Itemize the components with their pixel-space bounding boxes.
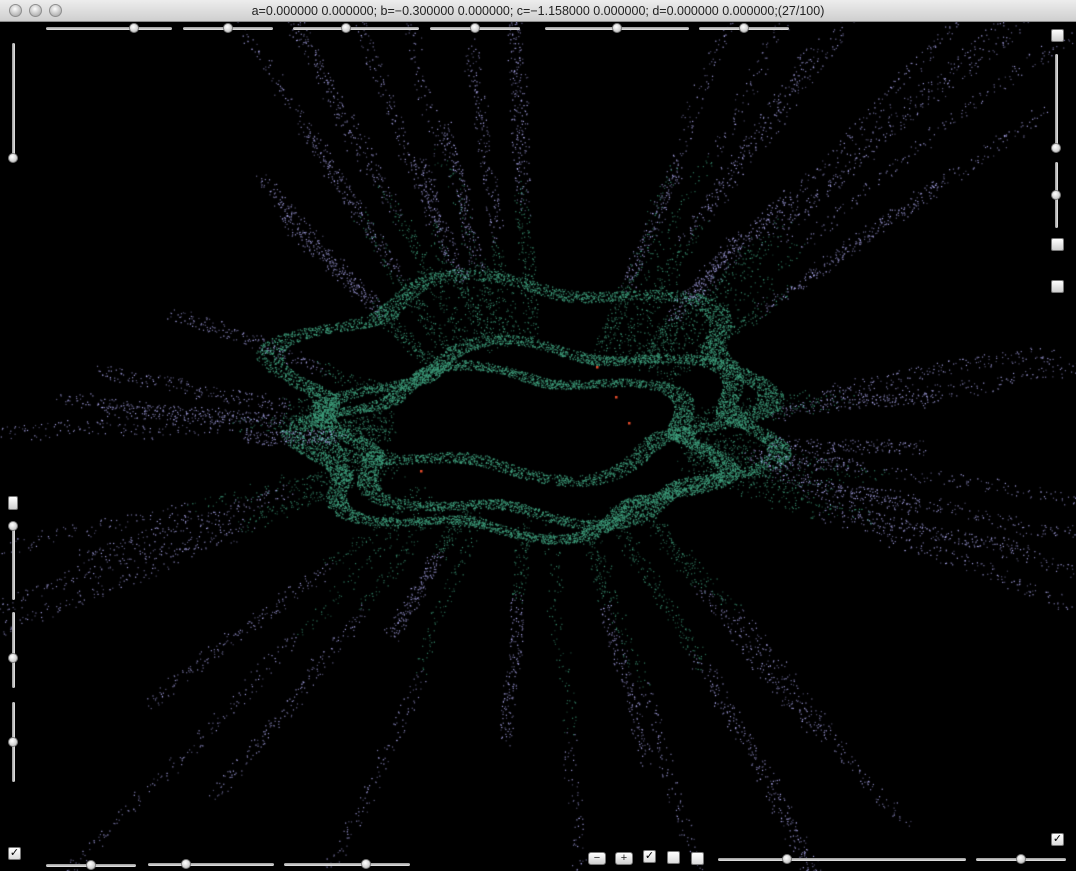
slider-knob[interactable] [470, 23, 480, 33]
fractal-canvas[interactable] [0, 22, 1076, 871]
slider-knob[interactable] [223, 23, 233, 33]
top-slider-c-real[interactable] [545, 23, 689, 33]
top-slider-c-imag[interactable] [699, 23, 789, 33]
slider-knob[interactable] [612, 23, 622, 33]
right-slider-mid[interactable] [1051, 162, 1061, 228]
slider-knob[interactable] [129, 23, 140, 33]
slider-knob[interactable] [360, 859, 371, 869]
slider-knob[interactable] [1051, 143, 1061, 153]
top-slider-a-imag[interactable] [183, 23, 273, 33]
left-toggle-button[interactable] [8, 496, 18, 510]
checkbox-option-1[interactable]: ✓ [643, 850, 656, 863]
checkbox-bottom-left[interactable]: ✓ [8, 847, 21, 860]
top-slider-b-imag[interactable] [430, 23, 520, 33]
checkbox-option-2[interactable] [667, 851, 680, 864]
right-button-mid[interactable] [1051, 238, 1064, 251]
left-slider-top[interactable] [8, 43, 18, 163]
left-slider-bottom[interactable] [8, 702, 18, 782]
slider-knob[interactable] [86, 860, 96, 870]
bottom-slider-1[interactable] [46, 860, 136, 870]
slider-knob[interactable] [8, 737, 18, 747]
left-slider-mid[interactable] [8, 521, 18, 600]
slider-knob[interactable] [8, 521, 18, 531]
checkbox-bottom-right[interactable]: ✓ [1051, 833, 1064, 846]
window-titlebar[interactable]: a=0.000000 0.000000; b=−0.300000 0.00000… [0, 0, 1076, 22]
left-slider-low[interactable] [8, 612, 18, 688]
slider-knob[interactable] [782, 854, 793, 864]
slider-knob[interactable] [1016, 854, 1026, 864]
slider-knob[interactable] [340, 23, 351, 33]
slider-knob[interactable] [1051, 190, 1061, 200]
right-button-low[interactable] [1051, 280, 1064, 293]
bottom-slider-2[interactable] [148, 859, 274, 869]
slider-knob[interactable] [180, 859, 191, 869]
bottom-slider-5[interactable] [976, 854, 1066, 864]
checkbox-option-3[interactable] [691, 852, 704, 865]
right-button-top[interactable] [1051, 29, 1064, 42]
slider-knob[interactable] [739, 23, 749, 33]
zoom-in-button[interactable]: + [615, 852, 633, 865]
bottom-slider-4[interactable] [718, 854, 966, 864]
window-title: a=0.000000 0.000000; b=−0.300000 0.00000… [251, 4, 825, 18]
top-slider-a-real[interactable] [46, 23, 172, 33]
bottom-slider-3[interactable] [284, 859, 410, 869]
right-slider-top[interactable] [1051, 54, 1061, 153]
zoom-out-button[interactable]: − [588, 852, 606, 865]
top-slider-b-real[interactable] [293, 23, 419, 33]
slider-knob[interactable] [8, 153, 18, 163]
slider-knob[interactable] [8, 652, 18, 663]
